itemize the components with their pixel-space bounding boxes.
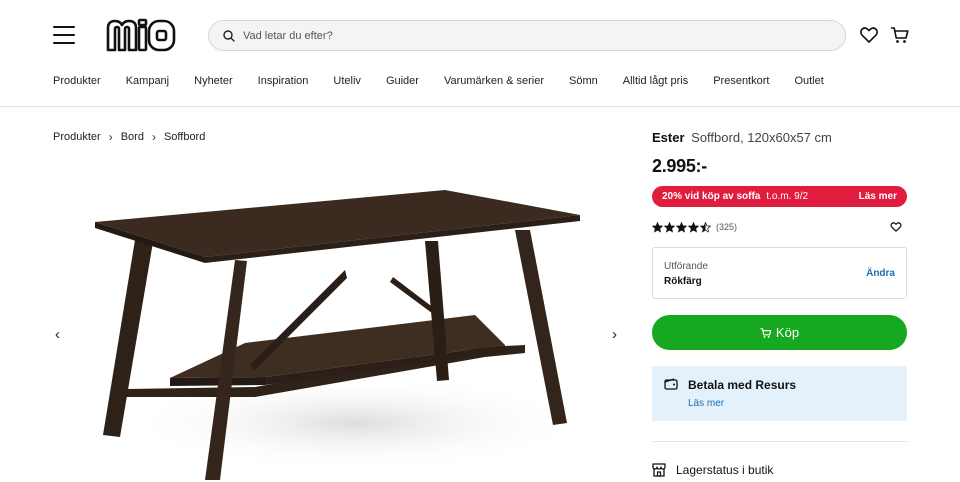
nav-item-kampanj[interactable]: Kampanj xyxy=(126,75,169,87)
search-input[interactable] xyxy=(243,29,803,42)
nav-item-uteliv[interactable]: Uteliv xyxy=(333,75,361,87)
star-icon xyxy=(652,221,663,233)
product-brand: Ester xyxy=(652,130,685,145)
breadcrumb: Produkter › Bord › Soffbord xyxy=(53,130,205,144)
hamburger-menu-icon[interactable] xyxy=(53,26,75,44)
star-icon xyxy=(688,221,699,233)
nav-item-nyheter[interactable]: Nyheter xyxy=(194,75,233,87)
promo-date: t.o.m. 9/2 xyxy=(766,191,809,202)
heart-icon[interactable] xyxy=(859,25,879,45)
store-stock-status[interactable]: Lagerstatus i butik xyxy=(652,463,773,477)
buy-button-label: Köp xyxy=(775,325,800,340)
variant-selector: Utförande Rökfärg Ändra xyxy=(652,247,907,299)
payment-title: Betala med Resurs xyxy=(688,378,797,392)
nav-item-inspiration[interactable]: Inspiration xyxy=(258,75,309,87)
heart-icon[interactable] xyxy=(890,221,902,233)
divider xyxy=(652,441,907,442)
search-icon xyxy=(223,29,235,42)
cart-icon[interactable] xyxy=(890,25,910,45)
search-bar[interactable] xyxy=(208,20,846,51)
site-header: Produkter Kampanj Nyheter Inspiration Ut… xyxy=(0,0,960,107)
product-image xyxy=(95,190,585,480)
payment-read-more-link[interactable]: Läs mer xyxy=(688,398,724,409)
review-count[interactable]: (325) xyxy=(716,222,737,232)
star-icon xyxy=(700,221,711,233)
variant-value: Rökfärg xyxy=(664,276,702,287)
buy-button[interactable]: Köp xyxy=(652,315,907,350)
promo-banner[interactable]: 20% vid köp av soffa t.o.m. 9/2 Läs mer xyxy=(652,186,907,207)
store-stock-label: Lagerstatus i butik xyxy=(676,463,774,477)
nav-item-somn[interactable]: Sömn xyxy=(569,75,598,87)
breadcrumb-item-bord[interactable]: Bord xyxy=(121,131,144,143)
variant-change-link[interactable]: Ändra xyxy=(866,268,895,279)
variant-label: Utförande xyxy=(664,261,708,272)
store-icon xyxy=(652,463,666,477)
product-description: Soffbord, 120x60x57 cm xyxy=(691,130,832,145)
product-price: 2.995:- xyxy=(652,156,707,176)
chevron-right-icon: › xyxy=(151,130,156,144)
star-icon xyxy=(664,221,675,233)
chevron-right-icon: › xyxy=(108,130,113,144)
nav-item-varumarken[interactable]: Varumärken & serier xyxy=(444,75,544,87)
nav-item-presentkort[interactable]: Presentkort xyxy=(713,75,769,87)
chevron-left-icon[interactable]: ‹ xyxy=(55,326,60,343)
breadcrumb-item-produkter[interactable]: Produkter xyxy=(53,131,101,143)
main-navigation: Produkter Kampanj Nyheter Inspiration Ut… xyxy=(53,75,849,87)
nav-item-guider[interactable]: Guider xyxy=(386,75,419,87)
nav-item-produkter[interactable]: Produkter xyxy=(53,75,101,87)
promo-read-more-link[interactable]: Läs mer xyxy=(859,191,897,202)
rating-stars xyxy=(652,221,711,233)
nav-item-alltid-lagt-pris[interactable]: Alltid lågt pris xyxy=(623,75,688,87)
star-icon xyxy=(676,221,687,233)
nav-item-outlet[interactable]: Outlet xyxy=(794,75,823,87)
wallet-icon xyxy=(664,378,678,390)
promo-text: 20% vid köp av soffa xyxy=(662,191,761,202)
product-title: Ester Soffbord, 120x60x57 cm xyxy=(652,130,832,145)
breadcrumb-item-soffbord[interactable]: Soffbord xyxy=(164,131,205,143)
chevron-right-icon[interactable]: › xyxy=(612,326,617,343)
cart-icon xyxy=(760,327,772,338)
payment-info-box: Betala med Resurs Läs mer xyxy=(652,366,907,421)
mio-logo[interactable] xyxy=(106,18,176,52)
product-rating: (325) xyxy=(652,221,907,233)
